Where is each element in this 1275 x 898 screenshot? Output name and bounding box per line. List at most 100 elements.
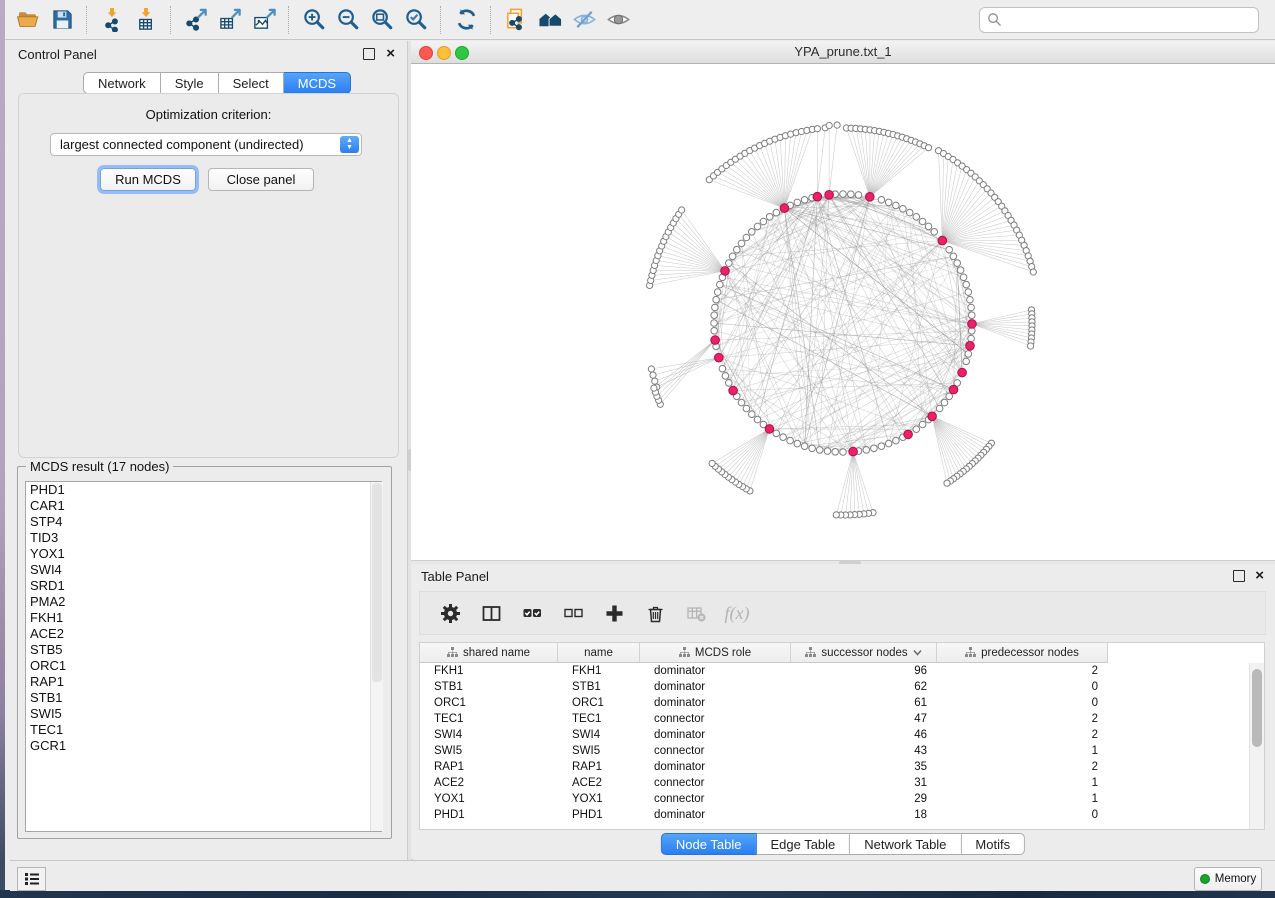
leaf-node[interactable]: [826, 122, 832, 128]
ring-node[interactable]: [885, 199, 892, 206]
mcds-node[interactable]: [949, 385, 958, 394]
leaf-node[interactable]: [709, 460, 715, 466]
table-row[interactable]: ACE2ACE2connector311: [420, 775, 1264, 791]
mcds-result-item[interactable]: RAP1: [26, 674, 381, 690]
ring-node[interactable]: [794, 440, 801, 447]
optimization-criterion-dropdown[interactable]: largest connected component (undirected)…: [50, 133, 362, 156]
mcds-node[interactable]: [711, 336, 720, 345]
ring-node[interactable]: [878, 443, 885, 450]
select-all-button[interactable]: [520, 601, 544, 625]
mcds-result-item[interactable]: TID3: [26, 530, 381, 546]
leaf-node[interactable]: [1030, 269, 1036, 275]
zoom-selected-button[interactable]: [399, 5, 433, 35]
ring-node[interactable]: [848, 191, 855, 198]
mcds-node[interactable]: [928, 412, 937, 421]
export-network-button[interactable]: [179, 5, 213, 35]
run-mcds-button[interactable]: Run MCDS: [100, 168, 196, 191]
gear-button[interactable]: [438, 601, 462, 625]
leaf-node[interactable]: [834, 122, 840, 128]
refresh-button[interactable]: [449, 5, 483, 35]
table-row[interactable]: RAP1RAP1dominator352: [420, 759, 1264, 775]
mcds-node[interactable]: [729, 386, 738, 395]
ring-node[interactable]: [925, 223, 932, 230]
ring-node[interactable]: [946, 246, 953, 253]
column-header-shared-name[interactable]: shared name: [420, 643, 558, 663]
leaf-node[interactable]: [650, 372, 656, 378]
leaf-node[interactable]: [651, 385, 657, 391]
mcds-result-item[interactable]: ORC1: [26, 658, 381, 674]
column-header-predecessor-nodes[interactable]: predecessor nodes: [937, 643, 1108, 663]
ring-node[interactable]: [840, 449, 847, 456]
leaf-node[interactable]: [648, 366, 654, 372]
ring-node[interactable]: [965, 289, 972, 296]
ring-node[interactable]: [824, 448, 831, 455]
ring-node[interactable]: [717, 281, 724, 288]
ring-node[interactable]: [722, 373, 729, 380]
ring-node[interactable]: [760, 218, 767, 225]
ring-node[interactable]: [743, 234, 750, 241]
ring-node[interactable]: [801, 197, 808, 204]
panel-menu-button[interactable]: [17, 867, 46, 891]
leaf-node[interactable]: [833, 512, 839, 518]
mcds-node[interactable]: [966, 342, 975, 351]
first-neighbors-button[interactable]: [533, 5, 567, 35]
network-view-canvas[interactable]: [411, 64, 1275, 560]
ring-node[interactable]: [711, 312, 718, 319]
ring-node[interactable]: [968, 335, 975, 342]
mcds-result-item[interactable]: STB1: [26, 690, 381, 706]
float-icon[interactable]: [363, 48, 375, 60]
tab-motifs[interactable]: Motifs: [961, 833, 1025, 855]
ring-node[interactable]: [885, 440, 892, 447]
ring-node[interactable]: [734, 246, 741, 253]
open-file-button[interactable]: [11, 5, 45, 35]
ring-node[interactable]: [749, 411, 756, 418]
table-row[interactable]: TEC1TEC1connector472: [420, 711, 1264, 727]
mcds-node[interactable]: [825, 191, 834, 200]
leaf-node[interactable]: [925, 145, 931, 151]
tab-style[interactable]: Style: [161, 72, 219, 94]
search-box[interactable]: [979, 7, 1259, 33]
table-row[interactable]: YOX1YOX1connector291: [420, 791, 1264, 807]
ring-node[interactable]: [893, 202, 900, 209]
ring-node[interactable]: [713, 296, 720, 303]
ring-node[interactable]: [893, 437, 900, 444]
search-input[interactable]: [1002, 12, 1258, 28]
table-scrollbar-thumb[interactable]: [1252, 669, 1262, 747]
mcds-node[interactable]: [715, 353, 724, 362]
duplicate-network-button[interactable]: [499, 5, 533, 35]
close-icon[interactable]: ×: [1255, 570, 1264, 582]
mcds-node[interactable]: [813, 192, 822, 201]
zoom-out-button[interactable]: [331, 5, 365, 35]
memory-button[interactable]: Memory: [1194, 867, 1262, 891]
ring-node[interactable]: [754, 416, 761, 423]
ring-node[interactable]: [766, 214, 773, 221]
ring-node[interactable]: [950, 253, 957, 260]
mcds-result-item[interactable]: SWI5: [26, 706, 381, 722]
show-all-button[interactable]: [601, 5, 635, 35]
table-row[interactable]: ORC1ORC1dominator610: [420, 695, 1264, 711]
table-row[interactable]: SWI5SWI5connector431: [420, 743, 1264, 759]
ring-node[interactable]: [913, 426, 920, 433]
ring-node[interactable]: [960, 274, 967, 281]
mcds-result-item[interactable]: CAR1: [26, 498, 381, 514]
table-row[interactable]: STB1STB1dominator620: [420, 679, 1264, 695]
ring-node[interactable]: [719, 365, 726, 372]
mcds-node[interactable]: [968, 320, 977, 329]
mcds-result-item[interactable]: TEC1: [26, 722, 381, 738]
ring-node[interactable]: [968, 304, 975, 311]
mcds-result-item[interactable]: FKH1: [26, 610, 381, 626]
hide-selected-button[interactable]: [567, 5, 601, 35]
mcds-result-item[interactable]: PHD1: [26, 482, 381, 498]
table-scrollbar[interactable]: [1249, 663, 1264, 829]
leaf-node[interactable]: [944, 480, 950, 486]
tab-select[interactable]: Select: [219, 72, 284, 94]
tab-node-table[interactable]: Node Table: [661, 833, 757, 855]
leaf-node[interactable]: [814, 126, 820, 132]
zoom-in-button[interactable]: [297, 5, 331, 35]
export-image-button[interactable]: [247, 5, 281, 35]
float-icon[interactable]: [1233, 570, 1245, 582]
ring-node[interactable]: [787, 437, 794, 444]
mcds-result-item[interactable]: PMA2: [26, 594, 381, 610]
mcds-result-item[interactable]: STB5: [26, 642, 381, 658]
table-row[interactable]: PHD1PHD1dominator180: [420, 807, 1264, 823]
